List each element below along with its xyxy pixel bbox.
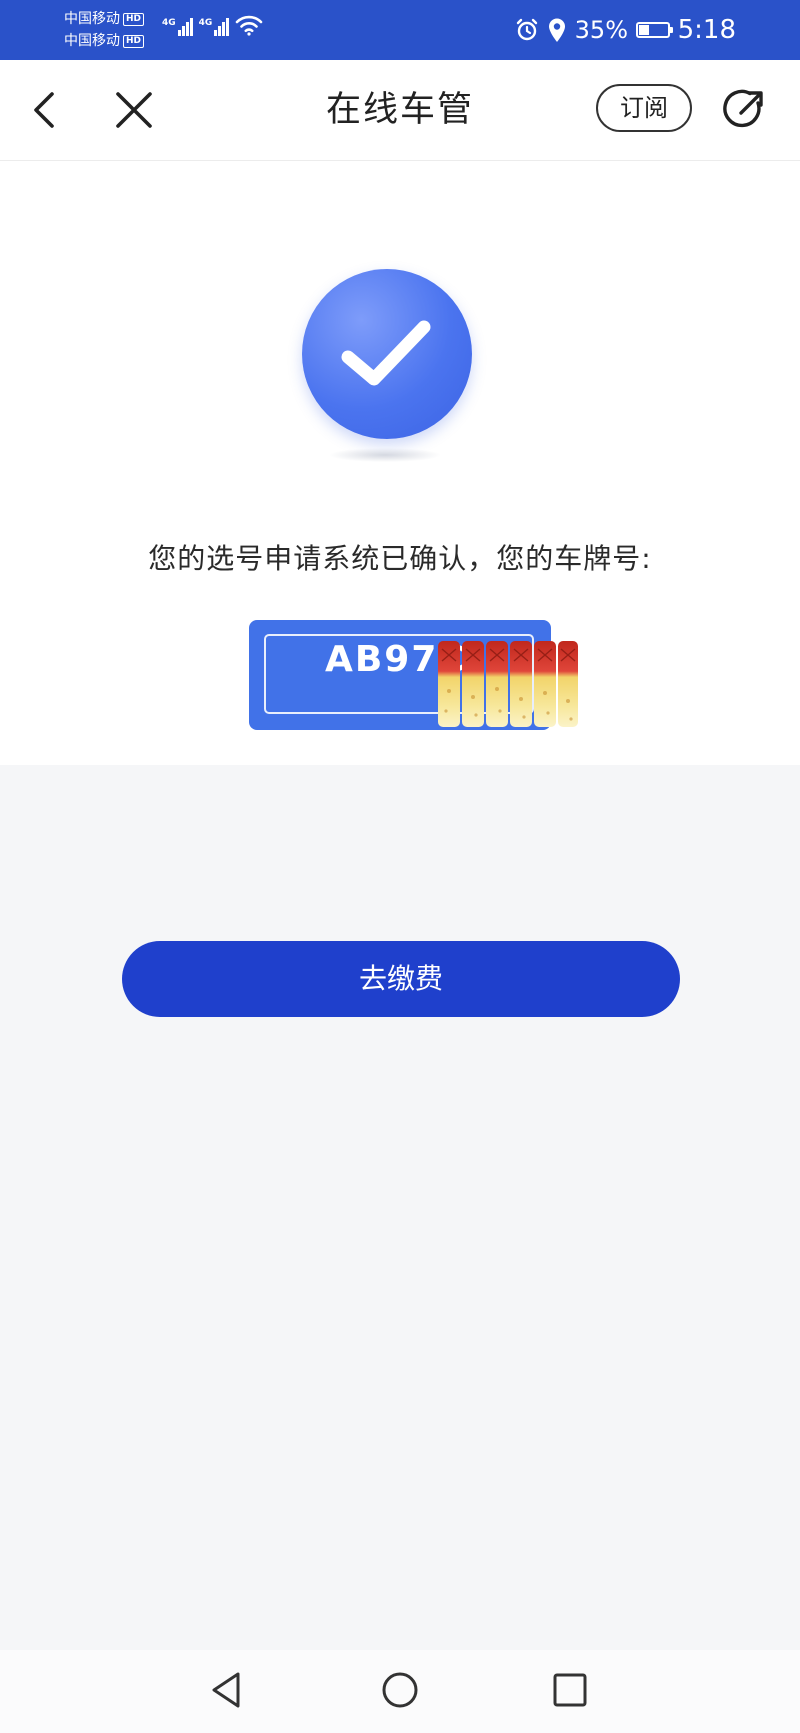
pay-button[interactable]: 去缴费 — [122, 941, 680, 1017]
carrier-name-2: 中国移动 — [64, 33, 120, 49]
location-icon — [547, 17, 567, 43]
signal-icon: 4G — [199, 18, 230, 36]
clock-time: 5:18 — [677, 15, 736, 45]
signal-icon: 4G — [162, 18, 193, 36]
checkmark-icon — [340, 315, 434, 391]
status-right: 35% — [515, 14, 673, 46]
badge-shadow — [330, 448, 440, 462]
firecracker-sticker — [436, 639, 580, 731]
wifi-icon — [235, 14, 263, 36]
carrier-row-2: 中国移动 HD — [64, 30, 164, 52]
subscribe-button[interactable]: 订阅 — [596, 84, 692, 132]
nav-bar: 在线车管 订阅 — [0, 60, 800, 161]
alarm-icon — [515, 18, 539, 42]
confirmation-message: 您的选号申请系统已确认，您的车牌号: — [148, 542, 652, 575]
system-recents-icon[interactable] — [548, 1668, 592, 1712]
battery-fill — [639, 25, 649, 35]
battery-percent: 35% — [574, 16, 628, 44]
status-bar: 中国移动 HD 中国移动 HD 4G 4G 35% 5:18 — [0, 0, 800, 60]
network-type-1: 4G — [162, 18, 176, 28]
carrier-info: 中国移动 HD 中国移动 HD — [64, 8, 164, 52]
system-navigation-bar — [0, 1650, 800, 1733]
system-home-icon[interactable] — [378, 1668, 422, 1712]
network-type-2: 4G — [198, 18, 213, 28]
carrier-name-1: 中国移动 — [64, 11, 120, 27]
hd-badge: HD — [123, 34, 145, 48]
carrier-row-1: 中国移动 HD — [64, 8, 164, 30]
battery-icon — [636, 22, 673, 38]
success-badge — [302, 269, 472, 439]
system-back-icon[interactable] — [206, 1668, 250, 1712]
hd-badge: HD — [123, 12, 145, 26]
result-card: 您的选号申请系统已确认，您的车牌号: AB97C — [0, 161, 800, 765]
signal-indicators: 4G 4G — [162, 14, 263, 36]
share-icon[interactable] — [722, 86, 768, 132]
